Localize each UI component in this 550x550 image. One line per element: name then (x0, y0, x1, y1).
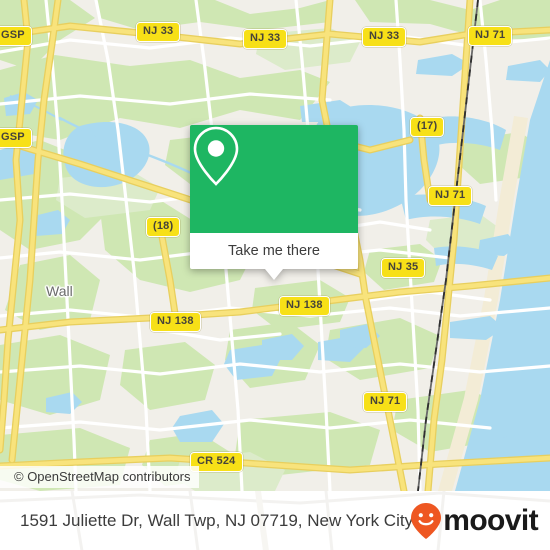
road-shield[interactable]: NJ 71 (428, 186, 473, 206)
road-shield[interactable]: NJ 35 (381, 258, 426, 278)
osm-attribution[interactable]: © OpenStreetMap contributors (0, 466, 199, 488)
popup-pointer (265, 269, 283, 280)
map-pin-icon (193, 126, 239, 186)
popup-header (190, 125, 358, 233)
footer-address: 1591 Juliette Dr, Wall Twp, NJ 07719, Ne… (20, 510, 414, 530)
take-me-there-button[interactable]: Take me there (190, 233, 358, 269)
moovit-pin-smile-icon (411, 502, 442, 539)
road-shield[interactable]: GSP (0, 26, 32, 46)
map-canvas[interactable]: GSP NJ 33 NJ 33 NJ 33 NJ 71 (17) GSP NJ … (0, 0, 550, 491)
road-shield[interactable]: NJ 33 (136, 22, 181, 42)
moovit-wordmark: moovit (443, 503, 538, 537)
road-shield[interactable]: GSP (0, 128, 32, 148)
road-shield[interactable]: NJ 33 (362, 27, 407, 47)
place-label-wall: Wall (46, 283, 73, 299)
road-shield[interactable]: NJ 138 (279, 296, 330, 316)
location-popup[interactable]: Take me there (190, 125, 358, 280)
footer-bar: 1591 Juliette Dr, Wall Twp, NJ 07719, Ne… (0, 491, 550, 550)
moovit-logo[interactable]: moovit (410, 502, 539, 540)
road-shield[interactable]: (17) (410, 117, 445, 137)
road-shield[interactable]: NJ 33 (243, 29, 288, 49)
road-shield[interactable]: (18) (146, 217, 181, 237)
map-screenshot: GSP NJ 33 NJ 33 NJ 33 NJ 71 (17) GSP NJ … (0, 0, 550, 550)
road-shield[interactable]: NJ 71 (363, 392, 408, 412)
road-shield[interactable]: NJ 71 (468, 26, 513, 46)
road-shield[interactable]: NJ 138 (150, 312, 201, 332)
